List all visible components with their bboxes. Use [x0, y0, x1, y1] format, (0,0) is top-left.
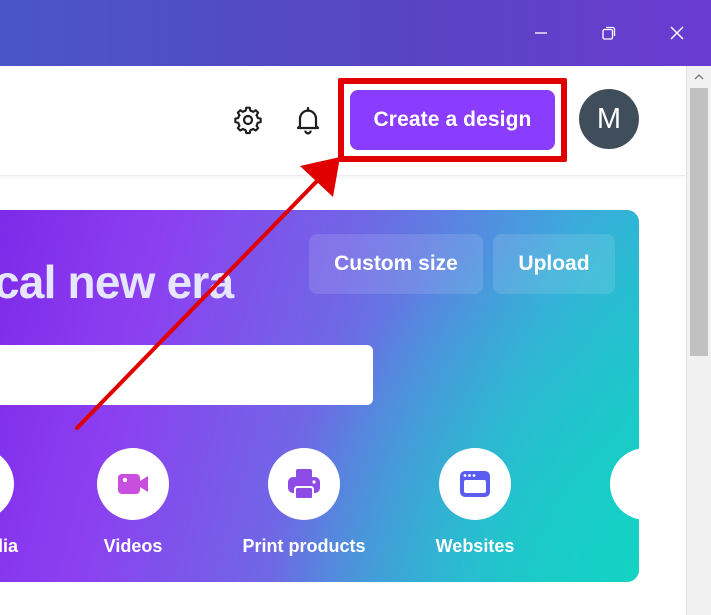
upload-button[interactable]: Upload — [493, 234, 615, 294]
shortcut-more[interactable]: M — [571, 448, 639, 568]
upload-label: Upload — [518, 252, 590, 275]
custom-size-button[interactable]: Custom size — [309, 234, 483, 294]
minimize-button[interactable] — [507, 0, 575, 66]
create-a-design-button[interactable]: Create a design — [350, 90, 555, 150]
scroll-up-button[interactable] — [687, 66, 711, 88]
shortcut-label: M — [571, 536, 640, 557]
close-button[interactable] — [643, 0, 711, 66]
account-avatar[interactable]: M — [579, 89, 639, 149]
gear-icon — [234, 106, 262, 135]
vertical-scrollbar[interactable] — [686, 66, 711, 615]
minimize-icon — [535, 32, 547, 34]
restore-button[interactable] — [575, 0, 643, 66]
hero-title: cal new era — [0, 256, 234, 308]
scrollbar-thumb[interactable] — [690, 88, 708, 356]
design-search-input[interactable] — [0, 345, 373, 405]
window-titlebar — [0, 0, 711, 66]
hero-banner: cal new era Custom size Upload dia Video… — [0, 210, 639, 582]
settings-button[interactable] — [226, 98, 270, 142]
shortcut-icon-circle — [97, 448, 169, 520]
app-window: Create a design M cal new era Custom siz… — [0, 0, 711, 615]
chevron-up-icon — [694, 74, 704, 80]
shortcut-icon-circle — [268, 448, 340, 520]
social-media-icon — [0, 448, 14, 520]
create-a-design-label: Create a design — [373, 108, 532, 131]
notifications-button[interactable] — [286, 98, 330, 142]
custom-size-label: Custom size — [334, 252, 458, 275]
shortcut-label: Websites — [435, 536, 515, 556]
restore-icon — [602, 26, 616, 40]
shortcut-icon-circle — [610, 448, 639, 520]
shortcut-print-products[interactable]: Print products — [229, 448, 379, 568]
close-icon — [670, 26, 684, 40]
shortcut-videos[interactable]: Videos — [58, 448, 208, 568]
video-camera-icon — [118, 474, 148, 494]
shortcut-label: Videos — [103, 536, 163, 556]
avatar-initial: M — [596, 102, 622, 135]
website-icon — [460, 471, 490, 497]
shortcut-label: dia — [0, 536, 18, 556]
shortcut-label: Print products — [242, 536, 366, 556]
printer-icon — [288, 469, 320, 500]
shortcut-social-media[interactable]: dia — [0, 448, 53, 568]
shortcut-icon-circle — [439, 448, 511, 520]
shortcut-websites[interactable]: Websites — [400, 448, 550, 568]
bell-icon — [296, 106, 320, 135]
more-icon — [626, 464, 639, 504]
